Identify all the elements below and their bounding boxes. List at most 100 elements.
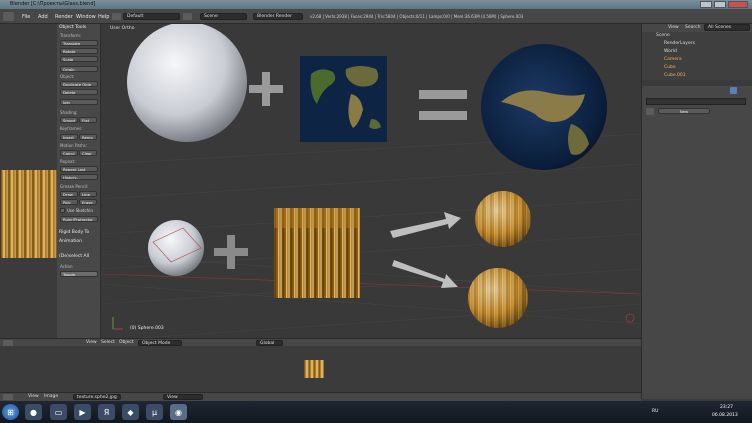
- active-object-label: (0) Sphere.003: [130, 326, 164, 331]
- keyframes-label: Keyframes:: [60, 126, 83, 131]
- erase-button[interactable]: Erase: [79, 199, 97, 205]
- arrow-upper: [390, 212, 461, 238]
- menu-help[interactable]: Help: [98, 14, 109, 20]
- texture-preview-area: [0, 24, 57, 338]
- media-taskbar-icon[interactable]: ▶: [74, 404, 91, 420]
- object-tools-header[interactable]: Object Tools: [59, 25, 86, 30]
- image-thumbnail[interactable]: [304, 360, 324, 378]
- editor-type-icon[interactable]: [3, 12, 14, 21]
- viewport-view-label: User Ortho: [110, 26, 135, 31]
- explorer-taskbar-icon[interactable]: ▭: [50, 404, 67, 420]
- outliner-search-menu[interactable]: Search: [685, 25, 700, 30]
- use-sketching-checkbox[interactable]: [60, 208, 65, 213]
- view-menu[interactable]: View: [86, 340, 97, 345]
- chrome-taskbar-icon[interactable]: ●: [25, 404, 42, 420]
- viewport-scene: [101, 24, 641, 338]
- 3d-cursor-icon[interactable]: [625, 313, 635, 323]
- animation-header[interactable]: Animation: [59, 239, 82, 244]
- image-view-mode[interactable]: View: [163, 394, 203, 400]
- white-sphere[interactable]: [127, 24, 247, 142]
- vk-taskbar-icon[interactable]: ◆: [122, 404, 139, 420]
- outliner-view-menu[interactable]: View: [668, 25, 679, 30]
- properties-editor: New: [641, 86, 752, 399]
- tool-shelf: Object Tools Transform: Translate Rotate…: [57, 24, 101, 338]
- start-button[interactable]: ⊞: [2, 404, 19, 420]
- outliner-display-mode[interactable]: All Scenes: [704, 24, 750, 31]
- menu-render[interactable]: Render: [55, 14, 73, 20]
- clock-time[interactable]: 23:27: [720, 405, 733, 410]
- x-axis-line: [101, 273, 641, 295]
- maximize-button[interactable]: [714, 1, 726, 8]
- image-view-menu[interactable]: View: [28, 394, 39, 399]
- outliner-camera[interactable]: Camera: [664, 57, 682, 62]
- outliner-cube[interactable]: Cube: [664, 65, 676, 70]
- outliner-renderlayers[interactable]: RenderLayers: [664, 41, 695, 46]
- screen-layout-icon[interactable]: [112, 13, 121, 20]
- hair-texture-highlight: [274, 208, 360, 228]
- outliner-scene[interactable]: Scene: [656, 33, 670, 38]
- delete-button[interactable]: Delete: [60, 89, 98, 95]
- image-name-field[interactable]: texture.sphe2.jpg: [73, 394, 121, 400]
- menu-file[interactable]: File: [22, 14, 30, 20]
- repeat-last-button[interactable]: Repeat Last: [60, 166, 98, 172]
- texture-tab-icon[interactable]: [730, 87, 737, 94]
- history-button[interactable]: History...: [60, 174, 98, 180]
- flat-button[interactable]: Flat: [79, 117, 97, 123]
- render-engine-selector[interactable]: Blender Render: [253, 13, 303, 20]
- outliner-world[interactable]: World: [664, 49, 677, 54]
- earth-map-texture[interactable]: [300, 56, 387, 142]
- draw-button[interactable]: Draw: [60, 191, 78, 197]
- scene-stats: v2.68 | Verts:2938 | Faces:2944 | Tris:5…: [310, 14, 524, 19]
- insert-keyframe-button[interactable]: Insert: [60, 134, 78, 140]
- poly-button[interactable]: Poly: [60, 199, 78, 205]
- object-label: Object:: [60, 74, 75, 79]
- 3d-view-header: View Select Object Object Mode Global: [0, 338, 641, 346]
- outliner-cube001[interactable]: Cube.001: [664, 73, 686, 78]
- menu-add[interactable]: Add: [38, 14, 48, 20]
- action-dropdown[interactable]: Toggle: [60, 271, 98, 277]
- grease-pencil-label: Grease Pencil:: [60, 184, 89, 189]
- image-menu[interactable]: Image: [44, 394, 58, 399]
- blender-taskbar-icon[interactable]: ◉: [170, 404, 187, 420]
- close-button[interactable]: [728, 1, 748, 8]
- ruler-protractor-button[interactable]: Ruler/Protractor: [60, 216, 98, 222]
- calculate-button[interactable]: Calcul: [60, 150, 78, 156]
- scene-selector[interactable]: Scene: [200, 13, 247, 20]
- rigid-body-tools-header[interactable]: Rigid Body To: [59, 230, 89, 235]
- scene-icon[interactable]: [183, 13, 192, 20]
- new-texture-button[interactable]: New: [658, 108, 710, 114]
- duplicate-objects-button[interactable]: Duplicate Obje: [60, 81, 98, 87]
- origin-button[interactable]: Origin: [60, 66, 98, 72]
- join-button[interactable]: Join: [60, 99, 98, 105]
- rotate-button[interactable]: Rotate: [60, 48, 98, 54]
- scale-button[interactable]: Scale: [60, 56, 98, 62]
- select-menu[interactable]: Select: [101, 340, 115, 345]
- clear-button[interactable]: Clear: [79, 150, 97, 156]
- yandex-taskbar-icon[interactable]: Я: [98, 404, 115, 420]
- properties-tabs: [642, 86, 752, 95]
- layout-selector[interactable]: Default: [123, 13, 180, 20]
- hair-sphere-top-texture: [475, 191, 531, 247]
- info-header: File Add Render Window Help Default Scen…: [0, 9, 752, 24]
- texture-type-icon[interactable]: [646, 108, 654, 115]
- texture-slot-list[interactable]: [646, 98, 746, 105]
- small-white-sphere[interactable]: [148, 220, 204, 276]
- deselect-all-header[interactable]: (De)select All: [59, 254, 89, 259]
- editor-type-icon[interactable]: [3, 394, 13, 400]
- language-indicator[interactable]: RU: [652, 409, 658, 414]
- image-editor-header: View Image texture.sphe2.jpg View: [0, 392, 641, 401]
- menu-window[interactable]: Window: [76, 14, 96, 20]
- axis-gizmo-icon: [112, 317, 123, 330]
- line-button[interactable]: Line: [79, 191, 97, 197]
- repeat-label: Repeat:: [60, 159, 76, 164]
- remove-keyframe-button[interactable]: Remo: [79, 134, 97, 140]
- 3d-viewport[interactable]: User Ortho (0) Sphere.003: [101, 24, 641, 338]
- object-menu[interactable]: Object: [119, 340, 134, 345]
- clock-date: 06.08.2013: [712, 413, 738, 418]
- utorrent-taskbar-icon[interactable]: µ: [146, 404, 163, 420]
- transform-label: Transform:: [60, 33, 82, 38]
- uv-image-editor[interactable]: [0, 346, 641, 392]
- minimize-button[interactable]: [700, 1, 712, 8]
- translate-button[interactable]: Translate: [60, 40, 98, 46]
- smooth-button[interactable]: Smoot: [60, 117, 78, 123]
